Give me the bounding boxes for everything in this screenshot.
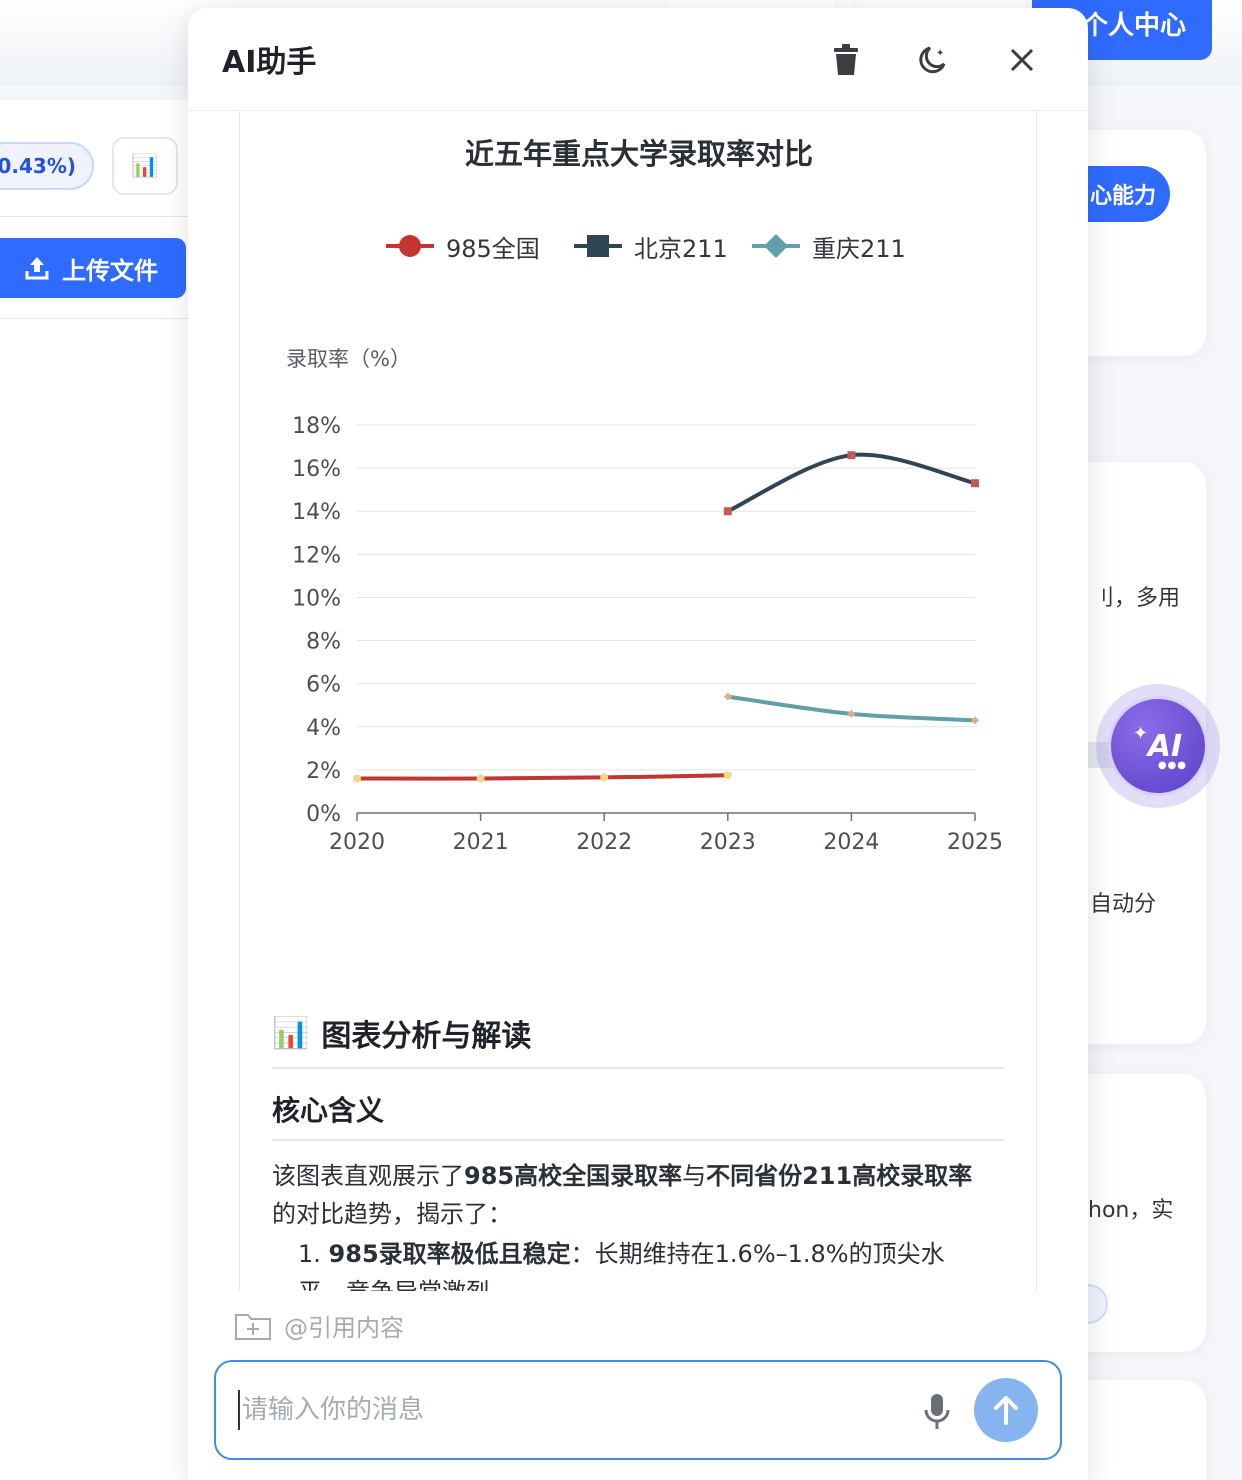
background-card-button[interactable]: 心能力 bbox=[1080, 166, 1170, 222]
x-tick-label: 2020 bbox=[329, 830, 385, 855]
ai-float-label: AI bbox=[1147, 728, 1183, 764]
data-point bbox=[723, 692, 732, 701]
background-left-panel bbox=[0, 100, 188, 1480]
list-number: 1. bbox=[298, 1240, 321, 1268]
background-card-text: hon，实 bbox=[1088, 1198, 1174, 1223]
para-text: 的对比趋势，揭示了： bbox=[272, 1200, 512, 1228]
x-tick-label: 2021 bbox=[453, 830, 509, 855]
analysis-heading: 📊 图表分析与解读 bbox=[272, 1011, 1004, 1069]
data-point bbox=[847, 451, 856, 460]
series-line-1 bbox=[725, 452, 977, 514]
data-point bbox=[353, 774, 361, 783]
data-point bbox=[476, 774, 485, 783]
data-point bbox=[847, 709, 856, 718]
para-text: 该图表直观展示了 bbox=[272, 1162, 464, 1190]
data-point bbox=[723, 771, 732, 780]
divider bbox=[0, 216, 188, 217]
analysis-heading-text: 图表分析与解读 bbox=[321, 1019, 532, 1054]
y-tick-label: 18% bbox=[292, 414, 341, 439]
rate-badge: 0.43%) bbox=[0, 142, 94, 190]
folder-plus-icon bbox=[235, 1313, 271, 1340]
dialog-header: AI助手 ✦ bbox=[188, 8, 1088, 111]
ai-sparkle-icon: ✦ AI ●●● bbox=[1108, 696, 1208, 796]
para-bold: 不同省份211高校录取率 bbox=[706, 1162, 973, 1190]
y-tick-label: 2% bbox=[306, 759, 341, 784]
send-button[interactable] bbox=[974, 1378, 1038, 1442]
dialog-title: AI助手 bbox=[222, 45, 317, 80]
x-tick-label: 2025 bbox=[947, 830, 1003, 855]
para-bold: 985高校全国录取率 bbox=[464, 1162, 683, 1190]
line-chart: 0% 2% 4% 6% 8% 10% 12% 14% 16% 18% 2020 2021 2022 202… bbox=[292, 414, 1003, 855]
x-tick-label: 2023 bbox=[700, 830, 756, 855]
microphone-icon[interactable] bbox=[922, 1392, 952, 1432]
message-composer bbox=[214, 1360, 1062, 1460]
list-bold: 985录取率极低且稳定 bbox=[328, 1240, 571, 1268]
upload-file-button[interactable]: 上传文件 bbox=[0, 238, 186, 298]
data-point bbox=[971, 479, 979, 488]
background-card-text: 自动分 bbox=[1090, 892, 1157, 917]
data-point bbox=[723, 507, 732, 516]
arrow-up-icon bbox=[994, 1396, 1018, 1425]
svg-text:✦: ✦ bbox=[936, 48, 944, 59]
quote-content-button[interactable]: @引用内容 bbox=[234, 1308, 404, 1343]
moon-icon[interactable]: ✦ bbox=[914, 42, 950, 78]
bar-chart-icon: 📊 bbox=[272, 1015, 310, 1051]
background-card-text: 刂，多用 bbox=[1092, 586, 1181, 611]
assistant-message: 近五年重点大学录取率对比 985全国 北京211 重庆211 录取率（%） 0%… bbox=[239, 111, 1037, 1291]
message-input[interactable] bbox=[238, 1390, 878, 1430]
analysis-subheading: 核心含义 bbox=[272, 1089, 1004, 1141]
x-tick-label: 2024 bbox=[823, 830, 879, 855]
data-point bbox=[971, 716, 979, 725]
analysis-paragraph: 该图表直观展示了985高校全国录取率与不同省份211高校录取率的对比趋势，揭示了… bbox=[272, 1157, 992, 1233]
y-tick-label: 0% bbox=[306, 802, 341, 827]
close-icon[interactable] bbox=[1004, 42, 1040, 78]
y-tick-label: 4% bbox=[306, 716, 341, 741]
y-tick-label: 16% bbox=[292, 457, 341, 482]
ai-assistant-dialog: AI助手 ✦ 近五年重点大学录取率对比 985全国 北京211 重庆211 录取… bbox=[188, 8, 1088, 1480]
y-tick-label: 12% bbox=[292, 543, 341, 568]
upload-file-label: 上传文件 bbox=[62, 256, 158, 285]
divider bbox=[0, 318, 188, 319]
bar-chart-icon: 📊 bbox=[131, 153, 159, 179]
analysis-list-item: 1. 985录取率极低且稳定：长期维持在1.6%–1.8%的顶尖水平，竞争异常激… bbox=[298, 1235, 988, 1291]
y-tick-label: 10% bbox=[292, 586, 341, 611]
series-line-0 bbox=[355, 773, 730, 781]
x-tick-label: 2022 bbox=[576, 830, 632, 855]
data-point bbox=[600, 773, 609, 782]
ai-assistant-float-button[interactable]: ✦ AI ●●● bbox=[1096, 684, 1220, 808]
y-tick-label: 8% bbox=[306, 630, 341, 655]
quote-content-label: @引用内容 bbox=[284, 1314, 404, 1342]
y-tick-label: 6% bbox=[306, 673, 341, 698]
chart-toggle-button[interactable]: 📊 bbox=[112, 137, 178, 195]
para-text: 与 bbox=[682, 1162, 707, 1190]
upload-icon bbox=[25, 257, 49, 280]
trash-icon[interactable] bbox=[828, 42, 864, 78]
y-tick-label: 14% bbox=[292, 500, 341, 525]
message-scroll-area[interactable]: 近五年重点大学录取率对比 985全国 北京211 重庆211 录取率（%） 0%… bbox=[188, 111, 1088, 1291]
